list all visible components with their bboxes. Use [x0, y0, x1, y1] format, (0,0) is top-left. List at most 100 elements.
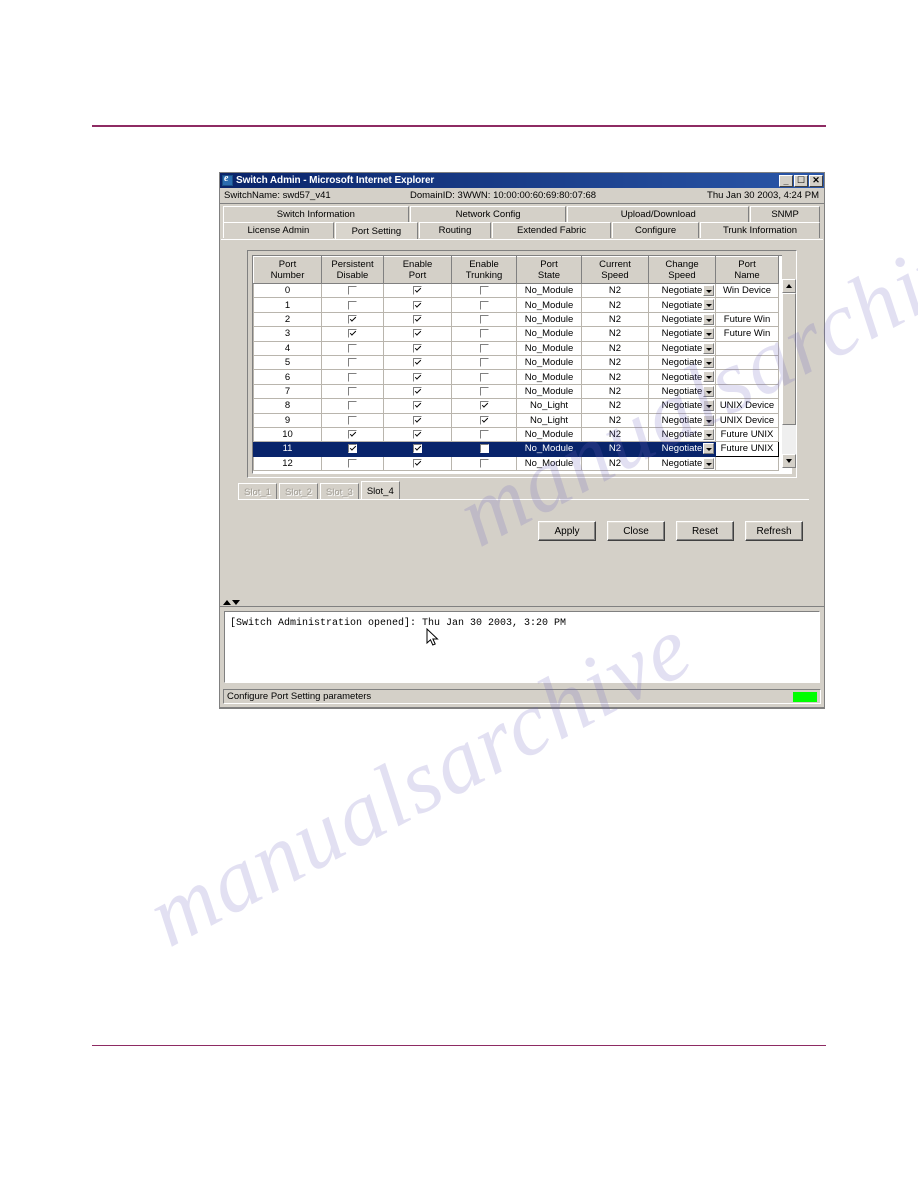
enable-port-checkbox[interactable] [413, 358, 422, 368]
apply-button[interactable]: Apply [538, 521, 596, 541]
chevron-down-icon[interactable] [703, 443, 714, 455]
column-header-enable-trunking[interactable]: Enable Trunking [451, 256, 517, 284]
cell-change-speed[interactable]: Negotiate [648, 297, 716, 313]
window-titlebar[interactable]: Switch Admin - Microsoft Internet Explor… [220, 173, 824, 188]
cell-port-number[interactable]: 10 [253, 426, 322, 443]
chevron-down-icon[interactable] [703, 356, 714, 368]
cell-enable-trunking[interactable] [451, 282, 517, 299]
enable-trunking-checkbox[interactable] [479, 286, 489, 296]
cell-persistent-disable[interactable] [321, 441, 384, 457]
persistent-disable-checkbox[interactable] [348, 358, 357, 368]
chevron-down-icon[interactable] [703, 285, 714, 296]
tab-trunk-information[interactable]: Trunk Information [699, 222, 820, 238]
cell-port-name[interactable]: UNIX Device [715, 398, 779, 414]
table-row[interactable]: 2 No_Module N2 Negotiate Future Win [253, 311, 779, 328]
cell-change-speed[interactable]: Negotiate [648, 412, 716, 428]
cell-current-speed[interactable]: N2 [581, 398, 649, 414]
persistent-disable-checkbox[interactable] [348, 343, 357, 353]
cell-port-number[interactable]: 0 [253, 282, 322, 299]
cell-current-speed[interactable]: N2 [581, 297, 649, 313]
cell-persistent-disable[interactable] [321, 282, 384, 299]
column-header-port-number[interactable]: Port Number [253, 256, 322, 284]
cell-change-speed[interactable]: Negotiate [648, 441, 716, 457]
persistent-disable-checkbox[interactable] [348, 329, 357, 339]
enable-port-checkbox[interactable] [413, 458, 422, 468]
scrollbar-track[interactable] [782, 293, 796, 454]
cell-enable-port[interactable] [383, 455, 452, 472]
cell-enable-port[interactable] [383, 354, 452, 371]
enable-trunking-checkbox[interactable] [479, 372, 489, 382]
column-header-port-name[interactable]: Port Name [715, 256, 779, 284]
cell-persistent-disable[interactable] [321, 354, 384, 371]
cell-current-speed[interactable]: N2 [581, 441, 649, 457]
enable-trunking-checkbox[interactable] [479, 386, 489, 396]
tab-license-admin[interactable]: License Admin [223, 222, 334, 238]
chevron-down-icon[interactable] [703, 385, 714, 397]
cell-change-speed[interactable]: Negotiate [648, 326, 716, 342]
enable-port-checkbox[interactable] [413, 386, 422, 396]
cell-port-state[interactable]: No_Module [516, 297, 582, 313]
tab-switch-information[interactable]: Switch Information [223, 206, 409, 222]
cell-persistent-disable[interactable] [321, 455, 384, 472]
column-header-change-speed[interactable]: Change Speed [648, 256, 716, 284]
table-row[interactable]: 8 No_Light N2 Negotiate UNIX Device [253, 398, 779, 414]
cell-current-speed[interactable]: N2 [581, 311, 649, 328]
console-splitter[interactable] [220, 598, 824, 607]
persistent-disable-checkbox[interactable] [348, 372, 357, 382]
cell-port-number[interactable]: 6 [253, 369, 322, 385]
cell-port-name[interactable] [715, 383, 779, 400]
enable-port-checkbox[interactable] [413, 286, 422, 296]
table-row[interactable]: 1 No_Module N2 Negotiate [253, 297, 779, 313]
chevron-down-icon[interactable] [703, 371, 714, 383]
enable-trunking-checkbox[interactable] [479, 458, 489, 468]
cell-port-state[interactable]: No_Module [516, 282, 582, 299]
cell-port-state[interactable]: No_Module [516, 426, 582, 443]
cell-enable-port[interactable] [383, 369, 452, 385]
cell-persistent-disable[interactable] [321, 426, 384, 443]
cell-change-speed[interactable]: Negotiate [648, 398, 716, 414]
cell-enable-trunking[interactable] [451, 441, 517, 457]
cell-port-state[interactable]: No_Module [516, 383, 582, 400]
cell-port-name[interactable]: Win Device [715, 282, 779, 299]
cell-port-name[interactable] [715, 340, 779, 356]
table-row[interactable]: 10 No_Module N2 Negotiate Future UNIX [253, 426, 779, 443]
close-button[interactable]: ✕ [809, 174, 823, 187]
enable-trunking-checkbox[interactable] [479, 314, 489, 324]
scroll-up-icon[interactable] [782, 279, 796, 293]
cell-port-number[interactable]: 7 [253, 383, 322, 400]
persistent-disable-checkbox[interactable] [348, 415, 357, 425]
cell-port-number[interactable]: 4 [253, 340, 322, 356]
enable-trunking-checkbox[interactable] [479, 401, 489, 411]
enable-port-checkbox[interactable] [413, 415, 422, 425]
enable-trunking-checkbox[interactable] [479, 329, 489, 339]
cell-current-speed[interactable]: N2 [581, 369, 649, 385]
enable-port-checkbox[interactable] [413, 329, 422, 339]
cell-persistent-disable[interactable] [321, 398, 384, 414]
cell-enable-trunking[interactable] [451, 354, 517, 371]
maximize-button[interactable]: ☐ [794, 174, 808, 187]
cell-port-state[interactable]: No_Module [516, 369, 582, 385]
table-row[interactable]: 6 No_Module N2 Negotiate [253, 369, 779, 385]
cell-port-number[interactable]: 11 [253, 441, 322, 457]
cell-current-speed[interactable]: N2 [581, 455, 649, 472]
column-header-current-speed[interactable]: Current Speed [581, 256, 649, 284]
cell-port-number[interactable]: 5 [253, 354, 322, 371]
scroll-down-icon[interactable] [782, 454, 796, 468]
cell-current-speed[interactable]: N2 [581, 412, 649, 428]
persistent-disable-checkbox[interactable] [348, 458, 357, 468]
tab-network-config[interactable]: Network Config [409, 206, 567, 222]
cell-port-state[interactable]: No_Light [516, 412, 582, 428]
cell-port-name[interactable]: Future UNIX [715, 426, 779, 443]
cell-port-name[interactable]: Future UNIX [715, 441, 779, 457]
persistent-disable-checkbox[interactable] [348, 401, 357, 411]
cell-port-state[interactable]: No_Module [516, 340, 582, 356]
cell-persistent-disable[interactable] [321, 369, 384, 385]
cell-port-name[interactable] [715, 455, 779, 472]
enable-trunking-checkbox[interactable] [479, 343, 489, 353]
chevron-down-icon[interactable] [703, 342, 714, 354]
persistent-disable-checkbox[interactable] [348, 300, 357, 310]
cell-enable-trunking[interactable] [451, 369, 517, 385]
enable-trunking-checkbox[interactable] [479, 430, 489, 440]
cell-enable-trunking[interactable] [451, 297, 517, 313]
persistent-disable-checkbox[interactable] [348, 314, 357, 324]
